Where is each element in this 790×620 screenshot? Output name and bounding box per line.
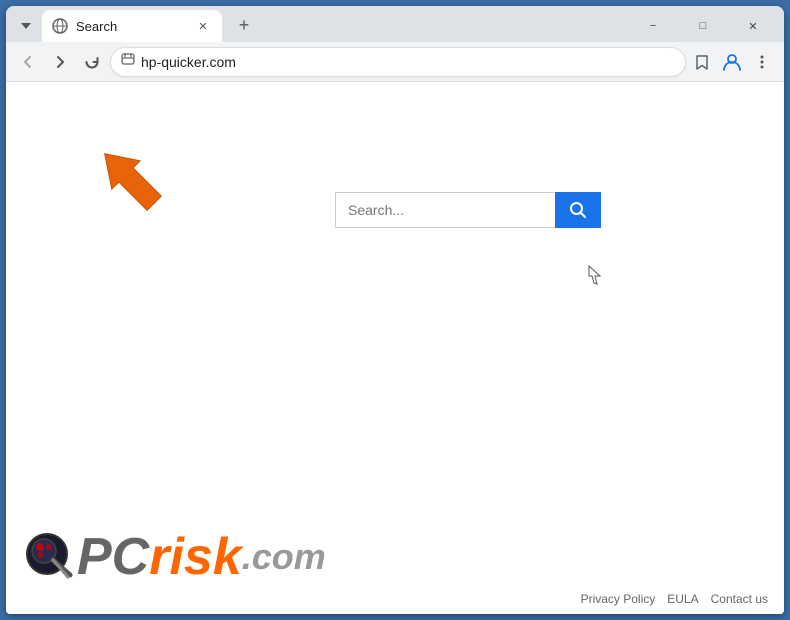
browser-window: Search ✕ + − □ ✕ [6, 6, 784, 614]
page-content: PCrisk.com Privacy Policy EULA Contact u… [6, 82, 784, 614]
menu-button[interactable] [748, 48, 776, 76]
contact-us-link[interactable]: Contact us [711, 592, 768, 606]
nav-right-buttons [718, 48, 776, 76]
url-input[interactable] [141, 54, 675, 70]
bookmark-button[interactable] [690, 50, 714, 74]
tab-bar: Search ✕ + − □ ✕ [6, 6, 784, 42]
reload-button[interactable] [78, 48, 106, 76]
tab-favicon-icon [52, 18, 68, 34]
back-button[interactable] [14, 48, 42, 76]
cursor [588, 265, 600, 283]
search-button[interactable] [555, 192, 601, 228]
window-controls: − □ ✕ [630, 12, 776, 40]
window-close-button[interactable]: ✕ [730, 12, 776, 40]
maximize-button[interactable]: □ [680, 12, 726, 40]
active-tab: Search ✕ [42, 10, 222, 42]
address-bar[interactable] [110, 47, 686, 77]
eula-link[interactable]: EULA [667, 592, 698, 606]
footer-links: Privacy Policy EULA Contact us [581, 592, 768, 606]
security-icon [121, 53, 135, 70]
forward-button[interactable] [46, 48, 74, 76]
tab-close-button[interactable]: ✕ [194, 17, 212, 35]
tab-title: Search [76, 19, 186, 34]
arrow-annotation [88, 137, 178, 232]
new-tab-button[interactable]: + [230, 11, 258, 39]
privacy-policy-link[interactable]: Privacy Policy [581, 592, 656, 606]
navigation-bar [6, 42, 784, 82]
minimize-button[interactable]: − [630, 12, 676, 40]
tab-dropdown-button[interactable] [14, 14, 38, 38]
search-area [335, 192, 601, 228]
search-input[interactable] [335, 192, 555, 228]
profile-button[interactable] [718, 48, 746, 76]
page-footer: Privacy Policy EULA Contact us [6, 564, 784, 614]
